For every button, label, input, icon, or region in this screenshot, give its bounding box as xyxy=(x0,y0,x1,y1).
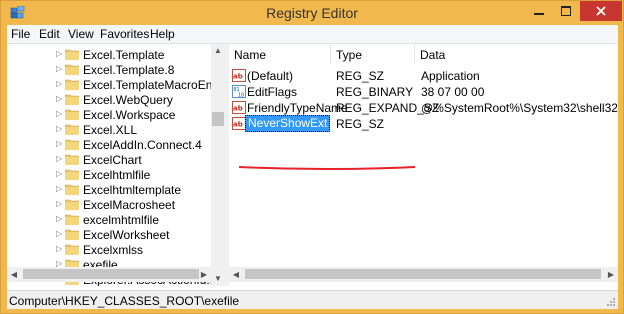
scroll-down-arrow-icon[interactable]: ▼ xyxy=(211,272,225,286)
expand-arrow-icon[interactable]: ▷ xyxy=(56,124,62,133)
tree-item-label: Excelhtmlfile xyxy=(83,168,151,182)
resize-grip-icon[interactable] xyxy=(606,297,616,307)
string-value-icon: ab xyxy=(232,117,246,130)
menu-edit[interactable]: Edit xyxy=(39,27,60,41)
minimize-icon xyxy=(534,13,544,15)
svg-text:ab: ab xyxy=(233,121,243,129)
key-tree[interactable]: ▷ Excel.Template ▷ Excel.Template.8 ▷ Excel.T… xyxy=(7,44,226,286)
value-data: 38 07 00 00 xyxy=(421,85,485,99)
scroll-right-arrow-icon[interactable]: ▶ xyxy=(604,267,618,282)
value-data: Application xyxy=(421,69,480,83)
value-name: FriendlyTypeName xyxy=(247,101,348,115)
folder-icon xyxy=(65,184,79,195)
value-name: EditFlags xyxy=(247,85,298,99)
folder-icon xyxy=(65,199,79,210)
folder-icon xyxy=(65,154,79,165)
tree-item-label: Excel.TemplateMacroEnabled xyxy=(83,78,226,92)
menu-file[interactable]: File xyxy=(11,27,30,41)
tree-item-label: ExcelAddIn.Connect.4 xyxy=(83,138,202,152)
expand-arrow-icon[interactable]: ▷ xyxy=(56,244,62,253)
value-type: REG_SZ xyxy=(336,69,385,83)
tree-item-label: ExcelMacrosheet xyxy=(83,198,176,212)
column-type-label: Type xyxy=(336,48,363,62)
svg-text:ab: ab xyxy=(233,105,243,113)
column-header-type[interactable]: Type xyxy=(331,44,415,64)
column-name-label: Name xyxy=(234,48,267,62)
status-bar: Computer\HKEY_CLASSES_ROOT\exefile xyxy=(7,290,618,309)
folder-icon xyxy=(65,49,79,60)
tree-item-label: Excel.WebQuery xyxy=(83,93,173,107)
registry-editor-window: Registry Editor File Edit View Favorites… xyxy=(0,0,624,314)
expand-arrow-icon[interactable]: ▷ xyxy=(56,229,62,238)
scroll-right-arrow-icon[interactable]: ▶ xyxy=(197,267,211,282)
svg-text:ab: ab xyxy=(233,73,243,81)
expand-arrow-icon[interactable]: ▷ xyxy=(56,199,62,208)
values-horizontal-scrollbar[interactable]: ◀ ▶ xyxy=(229,267,618,282)
expand-arrow-icon[interactable]: ▷ xyxy=(56,109,62,118)
tree-item-label: Excel.Template xyxy=(83,48,165,62)
expand-arrow-icon[interactable]: ▷ xyxy=(56,214,62,223)
folder-icon xyxy=(65,229,79,240)
value-type: REG_SZ xyxy=(336,117,385,131)
column-header-name[interactable]: Name xyxy=(229,44,331,64)
maximize-button[interactable] xyxy=(553,1,579,21)
value-name: NeverShowExt xyxy=(245,115,331,132)
tree-item-label: excelmhtmlfile xyxy=(83,213,160,227)
scrollbar-thumb[interactable] xyxy=(245,269,601,279)
close-button[interactable] xyxy=(580,1,622,21)
column-data-label: Data xyxy=(420,48,446,62)
folder-icon xyxy=(65,109,79,120)
expand-arrow-icon[interactable]: ▷ xyxy=(56,139,62,148)
menu-favorites[interactable]: Favorites xyxy=(100,27,149,41)
tree-horizontal-scrollbar[interactable]: ◀ ▶ xyxy=(7,267,211,282)
scroll-up-arrow-icon[interactable]: ▲ xyxy=(211,44,225,58)
expand-arrow-icon[interactable]: ▷ xyxy=(56,94,62,103)
minimize-button[interactable] xyxy=(526,1,552,21)
folder-icon xyxy=(65,139,79,150)
folder-icon xyxy=(65,214,79,225)
value-type: REG_BINARY xyxy=(336,85,414,99)
menu-help[interactable]: Help xyxy=(150,27,175,41)
svg-text:10: 10 xyxy=(238,93,244,99)
folder-icon xyxy=(65,94,79,105)
close-icon xyxy=(596,6,606,16)
value-row-nevershowext[interactable]: ab NeverShowExt REG_SZ xyxy=(229,115,618,133)
value-name: (Default) xyxy=(247,69,294,83)
tree-vertical-scrollbar[interactable]: ▲ ▼ xyxy=(211,44,225,286)
expand-arrow-icon[interactable]: ▷ xyxy=(56,49,62,58)
status-path: Computer\HKEY_CLASSES_ROOT\exefile xyxy=(9,294,240,308)
menu-bar: File Edit View Favorites Help xyxy=(7,25,618,44)
tree-item-label: ExcelChart xyxy=(83,153,142,167)
expand-arrow-icon[interactable]: ▷ xyxy=(56,154,62,163)
column-header-data[interactable]: Data xyxy=(415,44,618,64)
tree-item-label: Excelxmlss xyxy=(83,243,144,257)
binary-value-icon: 0110 xyxy=(232,85,246,98)
scrollbar-thumb[interactable] xyxy=(212,112,224,126)
scrollbar-thumb[interactable] xyxy=(23,269,199,279)
folder-icon xyxy=(65,124,79,135)
menu-view[interactable]: View xyxy=(68,27,94,41)
tree-item-label: ExcelWorksheet xyxy=(83,228,170,242)
string-value-icon: ab xyxy=(232,101,246,114)
scroll-left-arrow-icon[interactable]: ◀ xyxy=(229,267,243,282)
maximize-icon xyxy=(561,6,571,16)
tree-item-label: Excelhtmltemplate xyxy=(83,183,182,197)
folder-icon xyxy=(65,79,79,90)
expand-arrow-icon[interactable]: ▷ xyxy=(56,169,62,178)
folder-icon xyxy=(65,169,79,180)
client-area: File Edit View Favorites Help ▷ Excel.Tem… xyxy=(7,25,618,309)
expand-arrow-icon[interactable]: ▷ xyxy=(56,64,62,73)
tree-item-label: Excel.Workspace xyxy=(83,108,176,122)
scroll-left-arrow-icon[interactable]: ◀ xyxy=(7,267,21,282)
expand-arrow-icon[interactable]: ▷ xyxy=(56,79,62,88)
title-bar[interactable]: Registry Editor xyxy=(1,1,623,25)
value-data: @%SystemRoot%\System32\shell32.dll,-1015 xyxy=(421,101,618,115)
folder-icon xyxy=(65,64,79,75)
expand-arrow-icon[interactable]: ▷ xyxy=(56,184,62,193)
string-value-icon: ab xyxy=(232,69,246,82)
tree-item-label: Excel.Template.8 xyxy=(83,63,175,77)
folder-icon xyxy=(65,244,79,255)
tree-item-label: Excel.XLL xyxy=(83,123,138,137)
red-annotation-underline xyxy=(238,166,416,170)
